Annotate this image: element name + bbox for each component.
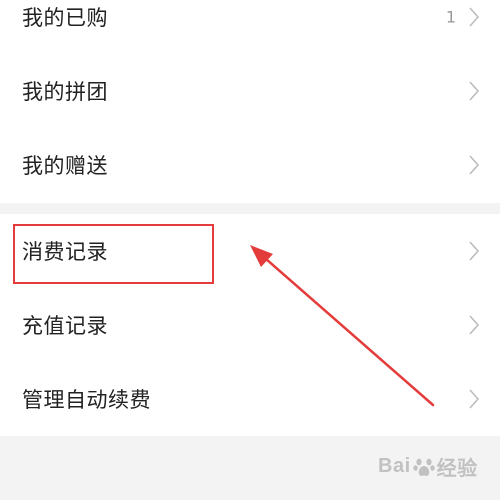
- menu-item-label: 我的拼团: [22, 80, 108, 104]
- chevron-right-icon: [468, 240, 480, 262]
- menu-item-label: 我的已购: [22, 6, 108, 30]
- menu-item-label: 充值记录: [22, 314, 108, 338]
- menu-item-manage-auto-renewal[interactable]: 管理自动续费: [0, 362, 500, 436]
- chevron-right-icon: [468, 80, 480, 102]
- annotation-highlight-box: [13, 224, 214, 284]
- menu-item-label: 我的赠送: [22, 154, 108, 178]
- baidu-jingyan-watermark: Bai 经验: [378, 452, 478, 481]
- menu-section-1: 我的已购 1 我的拼团 我的赠送: [0, 0, 500, 203]
- menu-item-label: 管理自动续费: [22, 388, 151, 412]
- menu-item-my-purchased[interactable]: 我的已购 1: [0, 0, 500, 54]
- chevron-right-icon: [468, 154, 480, 176]
- watermark-text-right: 经验: [436, 458, 478, 480]
- watermark-text-left: Bai: [378, 455, 411, 477]
- purchased-count: 1: [445, 7, 456, 27]
- menu-item-my-group-buy[interactable]: 我的拼团: [0, 54, 500, 128]
- chevron-right-icon: [468, 6, 480, 28]
- baidu-paw-icon: [412, 458, 435, 476]
- chevron-right-icon: [468, 388, 480, 410]
- menu-item-recharge-records[interactable]: 充值记录: [0, 288, 500, 362]
- menu-item-my-gifts[interactable]: 我的赠送: [0, 128, 500, 202]
- chevron-right-icon: [468, 314, 480, 336]
